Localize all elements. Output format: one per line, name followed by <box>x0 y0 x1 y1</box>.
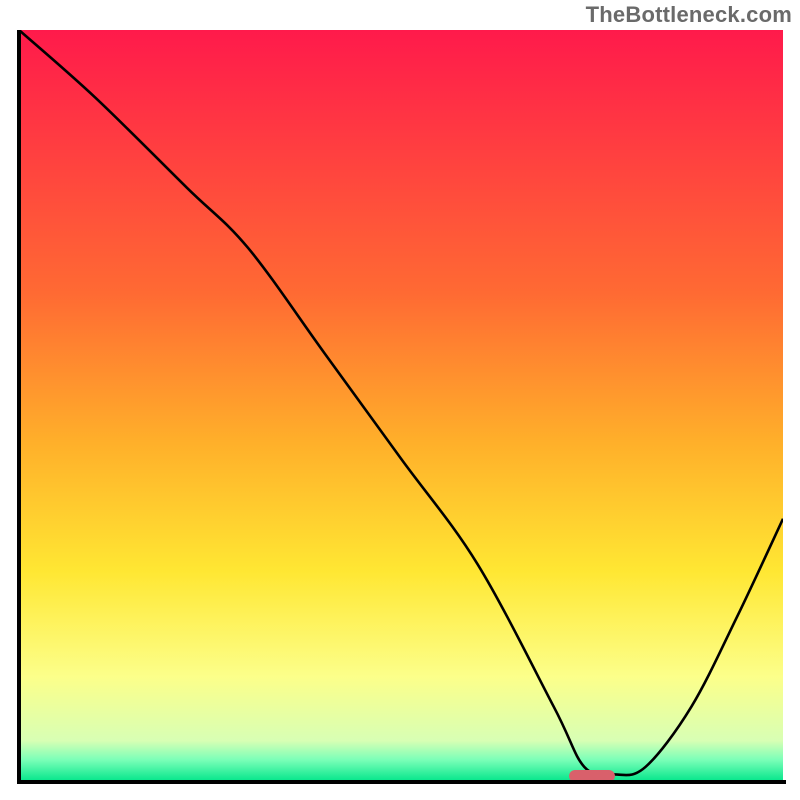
chart-frame: TheBottleneck.com <box>0 0 800 800</box>
chart-svg <box>16 30 786 785</box>
watermark-text: TheBottleneck.com <box>586 2 792 28</box>
gradient-bg <box>19 30 783 782</box>
plot-area <box>16 30 786 785</box>
